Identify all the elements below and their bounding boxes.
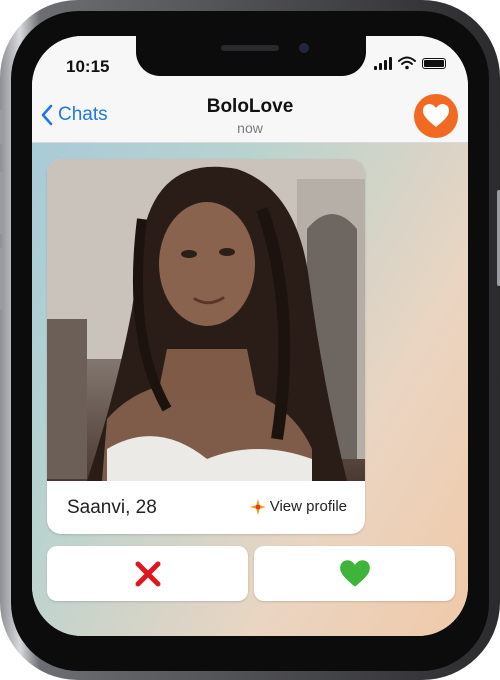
like-button[interactable]	[254, 546, 455, 601]
volume-up-button	[0, 172, 3, 234]
bot-avatar[interactable]	[414, 94, 458, 138]
view-profile-label: View profile	[269, 498, 347, 515]
chat-status: now	[237, 120, 263, 136]
sparkle-icon	[249, 498, 266, 515]
dislike-button[interactable]	[47, 546, 248, 601]
volume-down-button	[0, 248, 3, 310]
portrait-illustration	[47, 159, 365, 481]
cellular-signal-icon	[374, 56, 392, 70]
speaker-grille	[221, 45, 279, 51]
chat-title-block[interactable]: BoloLove now	[32, 96, 468, 136]
chat-header: Chats BoloLove now	[32, 90, 468, 143]
profile-caption: Saanvi, 28 View profile	[47, 481, 365, 534]
status-time: 10:15	[66, 57, 110, 76]
chat-background: Saanvi, 28 View profile	[32, 143, 468, 636]
screen: 10:15 Chats BoloLove now Saanvi, 28 View…	[32, 36, 468, 636]
front-camera	[299, 43, 309, 53]
swipe-actions	[47, 546, 455, 601]
profile-card[interactable]: Saanvi, 28 View profile	[47, 159, 365, 534]
green-heart-icon	[339, 559, 370, 587]
battery-icon	[422, 57, 446, 69]
heart-icon	[423, 104, 449, 127]
profile-name-age: Saanvi, 28	[67, 497, 157, 518]
notch	[136, 36, 366, 76]
chat-title: BoloLove	[206, 96, 294, 117]
status-icons	[374, 56, 446, 70]
cross-mark-icon	[135, 561, 160, 586]
view-profile-link[interactable]: View profile	[249, 498, 347, 515]
phone-frame: 10:15 Chats BoloLove now Saanvi, 28 View…	[0, 0, 500, 680]
silent-switch	[0, 110, 3, 144]
profile-photo[interactable]	[47, 159, 365, 481]
wifi-icon	[398, 56, 416, 70]
